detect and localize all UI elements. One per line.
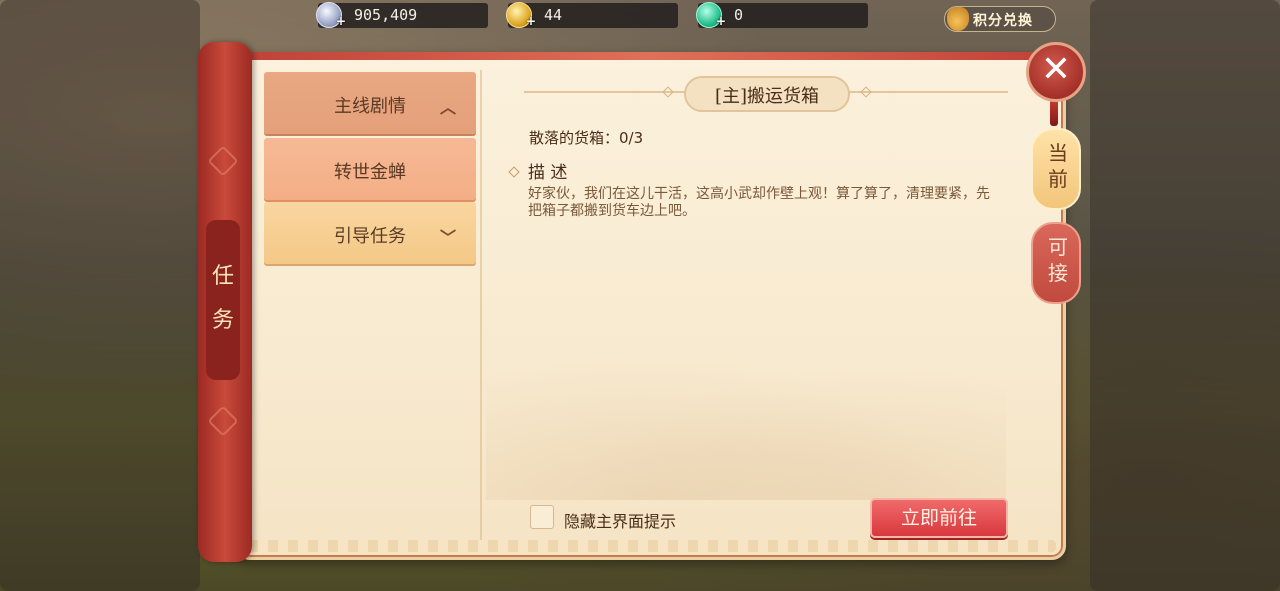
add-silver-icon[interactable]: + (336, 15, 348, 27)
quest-description: 好家伙，我们在这儿干活，这高小武却作壁上观！算了算了，清理要紧，先把箱子都搬到货… (528, 186, 990, 219)
description-heading-text: 描 述 (528, 163, 568, 183)
tab-current-label: 当前 (1048, 141, 1068, 191)
chevron-up-icon: ︿ (440, 98, 457, 117)
panel-title: 任务 (211, 264, 234, 333)
quest-title: [主]搬运货箱 (714, 86, 820, 107)
jade-currency[interactable]: + 0 (696, 2, 868, 28)
points-exchange-label: 积分兑换 (973, 13, 1033, 29)
hide-hint-label[interactable]: 隐藏主界面提示 (564, 508, 676, 532)
go-now-button[interactable]: 立即前往 (870, 498, 1008, 538)
category-item-selected[interactable]: 转世金蝉 (264, 138, 476, 200)
chevron-down-icon: ﹀ (440, 228, 457, 247)
close-button[interactable]: ✕ (1026, 42, 1086, 102)
diamond-bullet-icon (508, 166, 520, 178)
tab-available[interactable]: 可接 (1031, 222, 1081, 304)
quest-progress: 散落的货箱：0/3 (529, 129, 644, 147)
gold-value: 44 (544, 6, 563, 24)
category-item-label: 转世金蝉 (334, 162, 406, 183)
category-guide-quests[interactable]: 引导任务 ﹀ (264, 202, 476, 264)
mountain-watermark (486, 330, 1006, 500)
silver-currency[interactable]: + 905,409 (316, 2, 488, 28)
panel-bottom-pattern (248, 540, 1056, 552)
add-gold-icon[interactable]: + (526, 15, 538, 27)
hide-hint-checkbox[interactable] (530, 505, 554, 529)
jade-value: 0 (734, 6, 744, 24)
description-heading: 描 述 (508, 158, 568, 183)
tab-available-label: 可接 (1048, 235, 1068, 285)
panel-top-rim (236, 52, 1066, 60)
silver-value: 905,409 (354, 6, 418, 24)
currency-bar: + 905,409 + 44 + 0 积分兑换 (0, 2, 1280, 32)
points-exchange-button[interactable]: 积分兑换 (944, 6, 1056, 32)
list-divider (480, 70, 482, 540)
close-icon: ✕ (1040, 49, 1072, 90)
category-main-story[interactable]: 主线剧情 ︿ (264, 72, 476, 134)
go-now-label: 立即前往 (900, 507, 977, 529)
add-jade-icon[interactable]: + (716, 15, 728, 27)
gold-currency[interactable]: + 44 (506, 2, 678, 28)
tab-current[interactable]: 当前 (1031, 128, 1081, 210)
money-bag-icon (947, 7, 969, 31)
tassel-decoration (1050, 100, 1058, 126)
